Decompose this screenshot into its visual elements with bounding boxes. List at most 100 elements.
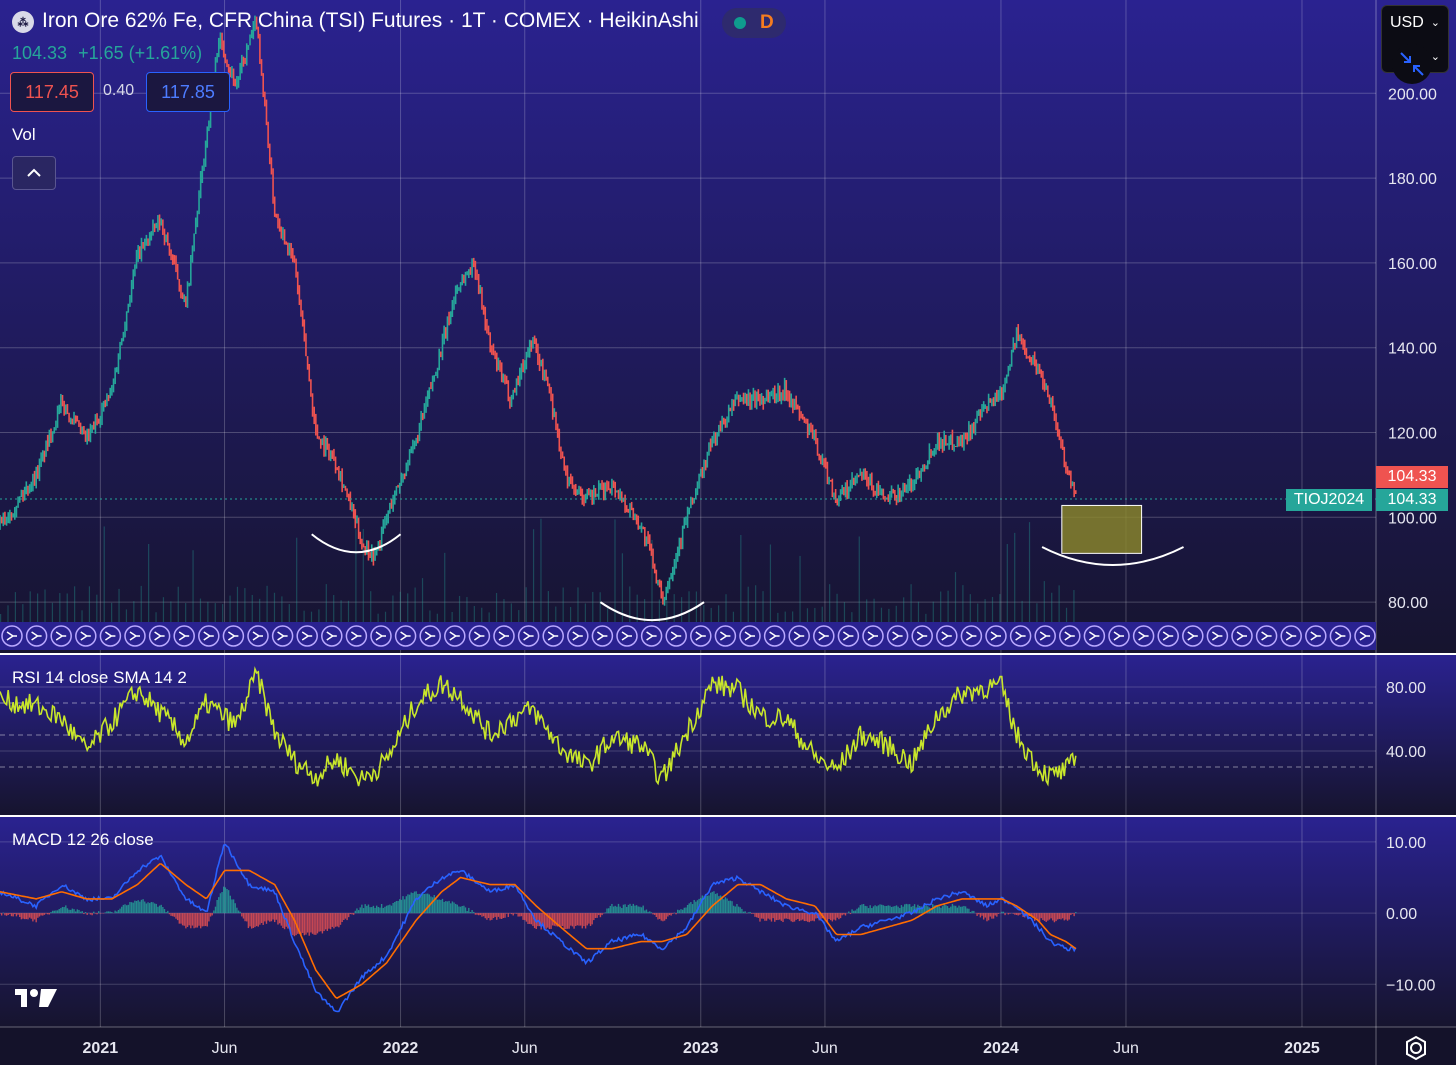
volume-bar — [296, 537, 298, 622]
volume-bar — [207, 601, 209, 622]
volume-bar — [762, 591, 764, 622]
volume-bar — [444, 552, 446, 622]
volume-bar — [503, 599, 505, 622]
volume-bar — [584, 603, 586, 622]
volume-bar — [510, 603, 512, 622]
volume-bar — [1006, 544, 1008, 622]
volume-bar — [984, 599, 986, 622]
volume-bar — [0, 613, 2, 622]
rsi-label[interactable]: RSI 14 close SMA 14 2 — [12, 668, 187, 688]
collapse-button[interactable] — [12, 156, 56, 190]
time-axis-tick: Jun — [1113, 1040, 1139, 1057]
ask-price: 117.85 — [161, 81, 215, 102]
volume-bar — [59, 593, 61, 622]
volume-bar — [777, 612, 779, 622]
volume-bar — [199, 598, 202, 622]
volume-bar — [866, 599, 868, 622]
price-axis-tick: 200.00 — [1388, 86, 1437, 103]
price-axis-tick: 120.00 — [1388, 426, 1437, 443]
volume-bar — [755, 585, 757, 622]
volume-bar — [414, 587, 416, 622]
volume-bar — [940, 591, 942, 622]
volume-bar — [577, 587, 579, 622]
volume-bar — [51, 602, 54, 622]
gear-icon[interactable] — [1403, 1035, 1429, 1061]
volume-bar — [917, 601, 920, 622]
volume-bar — [377, 613, 379, 622]
macd-label[interactable]: MACD 12 26 close — [12, 830, 154, 850]
volume-bar — [333, 595, 335, 622]
volume-label[interactable]: Vol — [12, 125, 36, 145]
volume-bar — [162, 597, 165, 622]
macd-axis-tick: 0.00 — [1386, 906, 1417, 923]
volume-bar — [451, 611, 453, 622]
market-status-pill[interactable]: D — [722, 8, 786, 38]
volume-bar — [29, 591, 31, 622]
volume-bar — [481, 607, 483, 622]
volume-bar — [540, 518, 542, 622]
volume-bar — [525, 587, 527, 622]
volume-bar — [66, 593, 68, 622]
volume-bar — [111, 602, 113, 622]
volume-bar — [999, 594, 1001, 622]
volume-bar — [1073, 590, 1075, 622]
volume-bar — [1014, 532, 1016, 622]
time-axis-tick: 2024 — [983, 1040, 1019, 1057]
price-axis-tick: 80.00 — [1388, 595, 1428, 612]
volume-bar — [740, 535, 742, 622]
volume-bar — [969, 594, 971, 622]
volume-bar — [384, 611, 387, 622]
volume-bar — [1028, 522, 1031, 622]
volume-bar — [148, 543, 150, 622]
price-axis-tick: 160.00 — [1388, 256, 1437, 273]
volume-bar — [236, 586, 239, 622]
volume-bar — [259, 598, 261, 622]
volume-bar — [725, 594, 727, 622]
volume-bar — [784, 611, 786, 622]
volume-bar — [732, 611, 735, 622]
volume-bar — [88, 586, 91, 622]
volume-bar — [495, 592, 498, 622]
price-change: +1.65 (+1.61%) — [78, 43, 203, 63]
macd-pane-background — [0, 817, 1456, 1027]
volume-bar — [836, 593, 838, 622]
macd-axis-tick: 10.00 — [1386, 835, 1426, 852]
volume-bar — [14, 592, 17, 622]
chart-canvas[interactable]: 80.00 100.00 120.00 140.00 160.00 180.00 200.0… — [0, 0, 1456, 1065]
volume-bar — [133, 601, 135, 622]
volume-bar — [747, 586, 749, 622]
volume-bar — [458, 595, 461, 622]
volume-bar — [880, 607, 883, 622]
volume-bar — [318, 609, 320, 622]
buy-button[interactable]: 117.85 — [146, 72, 230, 112]
volume-bar — [1065, 607, 1068, 622]
tradingview-logo-icon[interactable] — [15, 987, 57, 1009]
volume-bar — [421, 578, 424, 622]
volume-bar — [569, 606, 572, 622]
time-axis-tick: Jun — [512, 1040, 538, 1057]
volume-bar — [792, 611, 794, 622]
ticker-badge: TIOJ2024 — [1286, 489, 1372, 511]
volume-bar — [925, 613, 927, 622]
volume-bar — [658, 599, 661, 622]
target-zone-rectangle[interactable] — [1061, 504, 1143, 554]
volume-bar — [488, 612, 490, 622]
volume-bar — [170, 601, 172, 622]
volume-bar — [614, 519, 616, 622]
volume-bar — [288, 604, 290, 622]
iron-ore-symbol-icon[interactable]: ⁂ — [12, 11, 34, 33]
volume-bar — [799, 555, 801, 622]
volume-bar — [177, 586, 179, 622]
volume-bar — [806, 608, 809, 622]
volume-bar — [932, 601, 934, 622]
volume-bar — [954, 572, 957, 622]
volume-bar — [103, 526, 105, 622]
sell-button[interactable]: 117.45 — [10, 72, 94, 112]
volume-bar — [273, 592, 276, 622]
chevron-up-icon — [27, 168, 41, 177]
volume-bar — [355, 529, 357, 622]
volume-bar — [436, 613, 438, 622]
rsi-axis-tick: 80.00 — [1386, 680, 1426, 697]
arrows-collapse-icon[interactable] — [1392, 44, 1432, 84]
chart-title[interactable]: Iron Ore 62% Fe, CFR China (TSI) Futures… — [42, 9, 699, 33]
